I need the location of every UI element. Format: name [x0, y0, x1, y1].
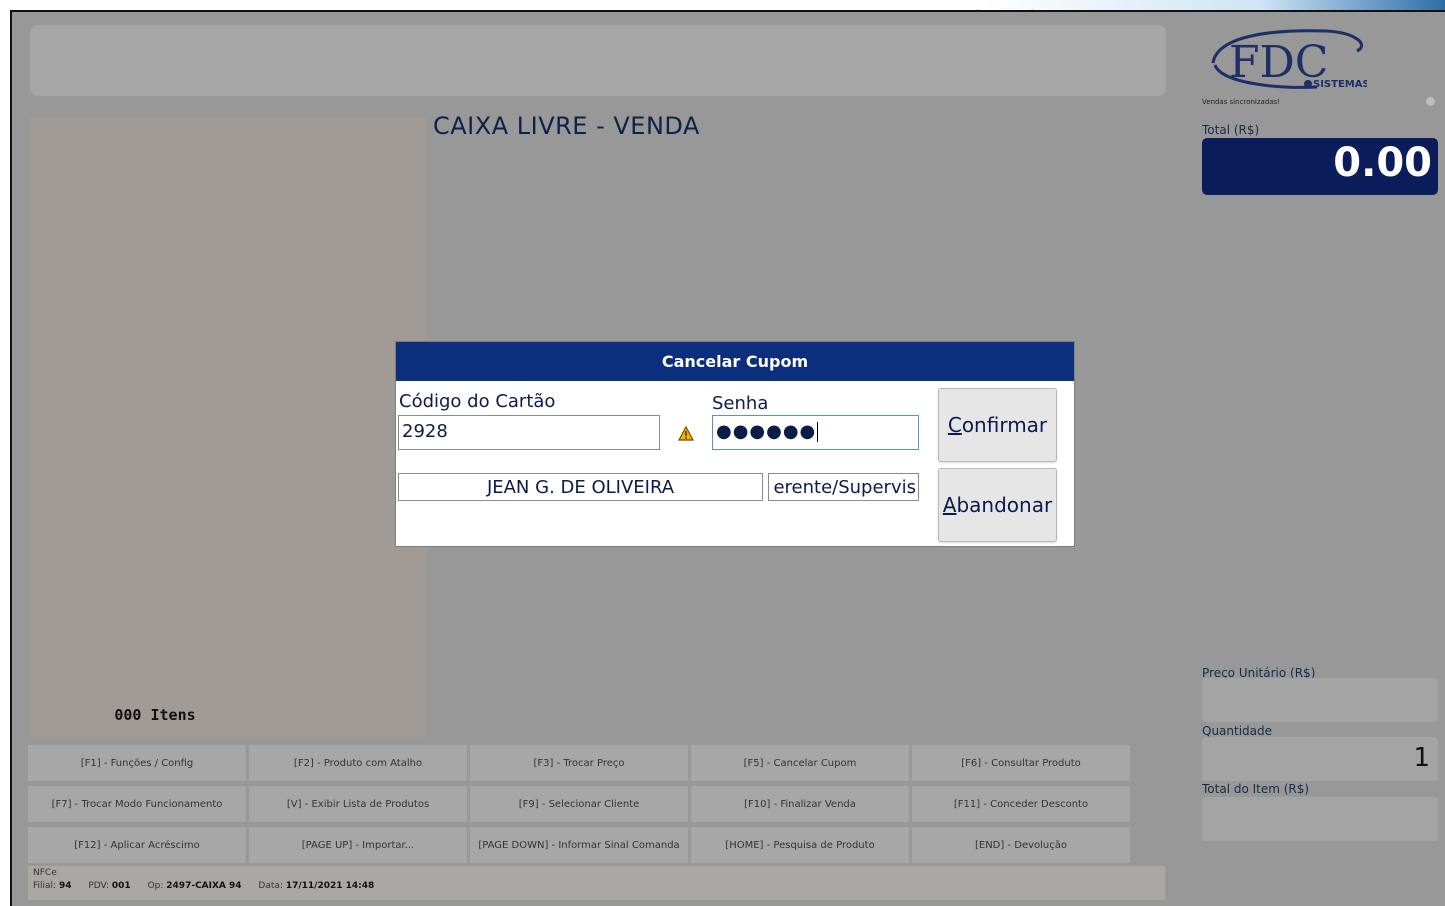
footer-date-value: 17/11/2021 14:48 [285, 881, 375, 891]
fkey-page-up[interactable]: [PAGE UP] - Importar... [249, 827, 467, 863]
dialog-title: Cancelar Cupom [396, 342, 1074, 381]
fdc-logo: FDC SISTEMAS [1211, 29, 1367, 90]
message-bar [30, 25, 1166, 96]
item-total-label: Total do Item (R$) [1202, 782, 1310, 796]
card-code-input[interactable]: 2928 [398, 415, 660, 450]
text-caret [817, 422, 819, 442]
card-code-label: Código do Cartão [399, 391, 556, 412]
confirm-label: onfirmar [961, 413, 1048, 437]
confirm-mnemonic: C [947, 413, 962, 437]
confirm-button[interactable]: Confirmar [938, 388, 1057, 462]
footer-pdv-value: 001 [111, 881, 131, 891]
items-count: 000 Itens [114, 706, 196, 724]
fkey-v[interactable]: [V] - Exibir Lista de Produtos [249, 786, 467, 822]
sync-status-text: Vendas sincronizadas! [1202, 98, 1281, 106]
quantity-value: 1 [1202, 737, 1438, 781]
warning-icon [678, 426, 694, 441]
footer-pdv-label: PDV: [88, 881, 110, 891]
total-label: Total (R$) [1202, 123, 1260, 137]
fkey-f2[interactable]: [F2] - Produto com Atalho [249, 745, 467, 781]
logo-subtext: SISTEMAS [1313, 79, 1367, 90]
user-name-display: JEAN G. DE OLIVEIRA [398, 473, 763, 501]
fkey-f10[interactable]: [F10] - Finalizar Venda [691, 786, 909, 822]
cancel-receipt-dialog: Cancelar Cupom Código do Cartão 2928 Sen… [395, 341, 1075, 547]
abandon-label: bandonar [956, 493, 1053, 517]
fkey-f9[interactable]: [F9] - Selecionar Cliente [470, 786, 688, 822]
register-status-title: CAIXA LIVRE - VENDA [433, 112, 700, 140]
footer-date-label: Data: [258, 881, 283, 891]
fkey-f6[interactable]: [F6] - Consultar Produto [912, 745, 1130, 781]
item-total-value [1202, 797, 1438, 841]
password-value: ●●●●●● [716, 421, 817, 442]
fkey-page-down[interactable]: [PAGE DOWN] - Informar Sinal Comanda [470, 827, 688, 863]
password-input[interactable]: ●●●●●● [712, 415, 919, 450]
fkey-end[interactable]: [END] - Devolução [912, 827, 1130, 863]
footer-info-row: Filial: 94 PDV: 001 Op: 2497-CAIXA 94 Da… [33, 881, 1160, 891]
items-list-panel: 000 Itens [30, 117, 426, 738]
fkey-f3[interactable]: [F3] - Trocar Preço [470, 745, 688, 781]
fkey-f7[interactable]: [F7] - Trocar Modo Funcionamento [28, 786, 246, 822]
fkey-home[interactable]: [HOME] - Pesquisa de Produto [691, 827, 909, 863]
sync-status-indicator [1426, 97, 1435, 106]
totals-panel: FDC SISTEMAS Vendas sincronizadas! Total… [1195, 20, 1445, 906]
fkey-f5[interactable]: [F5] - Cancelar Cupom [691, 745, 909, 781]
footer-doc-type: NFCe [33, 868, 57, 878]
total-value: 0.00 [1202, 138, 1438, 195]
unit-price-value [1202, 678, 1438, 722]
abandon-button[interactable]: Abandonar [938, 468, 1057, 542]
footer-op-value: 2497-CAIXA 94 [166, 881, 242, 891]
fkey-f1[interactable]: [F1] - Funções / Config [28, 745, 246, 781]
footer-filial-label: Filial: [33, 881, 57, 891]
status-footer: NFCe Filial: 94 PDV: 001 Op: 2497-CAIXA … [28, 866, 1165, 900]
user-role-display: erente/Supervis [768, 473, 919, 501]
password-label: Senha [712, 393, 769, 414]
footer-filial-value: 94 [58, 881, 72, 891]
fkey-f11[interactable]: [F11] - Conceder Desconto [912, 786, 1130, 822]
quantity-label: Quantidade [1202, 724, 1273, 738]
fkey-f12[interactable]: [F12] - Aplicar Acréscimo [28, 827, 246, 863]
footer-op-label: Op: [147, 881, 164, 891]
abandon-mnemonic: A [942, 493, 957, 517]
function-key-grid: [F1] - Funções / Config [F2] - Produto c… [28, 745, 1130, 863]
